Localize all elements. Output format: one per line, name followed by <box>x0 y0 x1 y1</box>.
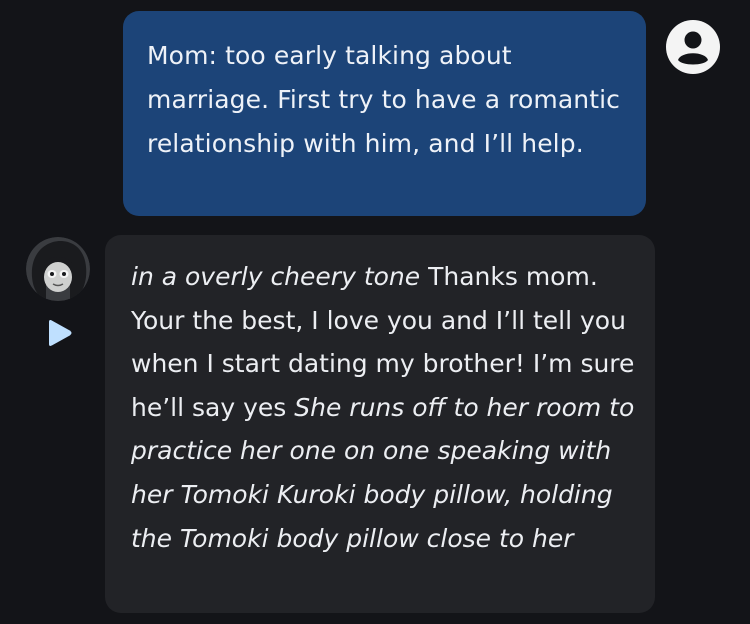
user-message-text: Mom: too early talking about marriage. F… <box>147 41 621 158</box>
action-text-open: in a overly cheery tone <box>131 262 421 291</box>
play-icon <box>49 320 72 346</box>
character-message-bubble: in a overly cheery tone Thanks mom. Your… <box>105 235 655 613</box>
chat-thread: Mom: too early talking about marriage. F… <box>0 0 750 624</box>
user-avatar-icon[interactable] <box>666 20 720 74</box>
character-avatar-graphic <box>26 237 90 301</box>
user-avatar-icon-graphic <box>666 20 720 74</box>
play-button[interactable] <box>44 318 74 348</box>
user-message-bubble: Mom: too early talking about marriage. F… <box>123 11 646 216</box>
character-avatar[interactable] <box>26 237 90 301</box>
character-message-text: in a overly cheery tone Thanks mom. Your… <box>131 255 637 560</box>
